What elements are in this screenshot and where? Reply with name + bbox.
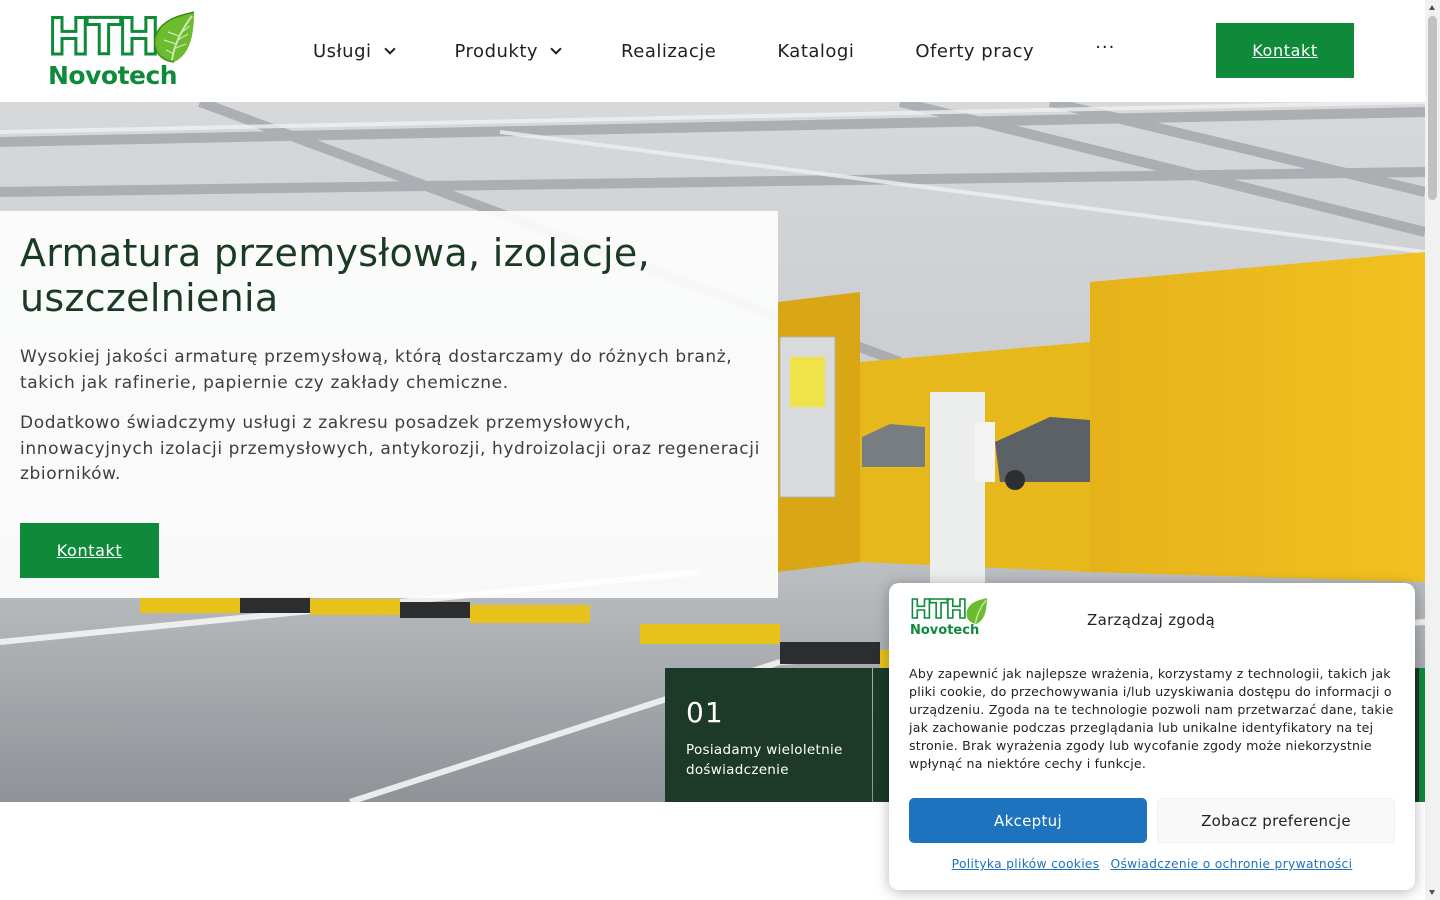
scroll-down-icon[interactable] (1429, 890, 1435, 895)
logo-letters: HTH (909, 595, 968, 625)
stat-label: Posiadamy wieloletnie doświadczenie (686, 742, 843, 778)
stat-card: 01 Posiadamy wieloletnie doświadczenie (665, 668, 872, 802)
nav-item-label: Produkty (454, 40, 539, 62)
nav-item-katalogi[interactable]: Katalogi (777, 41, 854, 62)
nav-item-label: Usługi (313, 40, 372, 62)
header-contact-button[interactable]: Kontakt (1216, 23, 1354, 78)
hero-paragraph-secondary: Dodatkowo świadczymy usługi z zakresu po… (20, 413, 760, 484)
chevron-down-icon (383, 42, 396, 55)
cookie-dialog-title: Zarządzaj zgodą (1087, 611, 1216, 629)
leaf-icon (154, 11, 195, 63)
hero-text-panel: Armatura przemysłowa, izolacje, uszczeln… (0, 211, 778, 598)
leaf-icon (966, 598, 987, 624)
stat-number: 01 (686, 696, 724, 729)
scroll-up-icon[interactable] (1429, 5, 1435, 10)
scrollbar-thumb[interactable] (1428, 16, 1437, 200)
cookie-consent-dialog: HTH Novotech Zarządzaj zgodą Aby zapewni… (889, 583, 1415, 890)
privacy-statement-link[interactable]: Oświadczenie o ochronie prywatności (1110, 857, 1352, 871)
nav-item-label: Katalogi (777, 40, 855, 62)
accept-cookies-button[interactable]: Akceptuj (909, 798, 1147, 843)
logo-letters: HTH (47, 8, 162, 66)
nav-item-oferty-pracy[interactable]: Oferty pracy (915, 41, 1034, 62)
site-header: HTH Novotech Usługi Produkty Realizacje … (0, 0, 1425, 102)
hero-title: Armatura przemysłowa, izolacje, uszczeln… (20, 231, 650, 320)
nav-more-button[interactable]: ··· (1095, 37, 1115, 58)
nav-item-label: Oferty pracy (915, 40, 1035, 62)
cookie-dialog-links: Polityka plików cookies Oświadczenie o o… (889, 857, 1415, 871)
nav-item-realizacje[interactable]: Realizacje (621, 41, 716, 62)
chevron-down-icon (550, 42, 562, 55)
view-preferences-button[interactable]: Zobacz preferencje (1157, 798, 1395, 843)
cookie-policy-link[interactable]: Polityka plików cookies (952, 857, 1100, 871)
site-logo[interactable]: HTH Novotech (47, 8, 196, 92)
hero-contact-button[interactable]: Kontakt (20, 523, 159, 578)
nav-item-produkty[interactable]: Produkty (454, 40, 562, 62)
main-nav: Usługi Produkty Realizacje Katalogi Ofer… (313, 36, 1115, 66)
hero-paragraph: Wysokiej jakości armaturę przemysłową, k… (20, 347, 733, 393)
nav-item-label: Realizacje (621, 40, 717, 62)
nav-item-uslugi[interactable]: Usługi (313, 40, 396, 62)
logo-name: Novotech (910, 623, 980, 638)
page-scrollbar[interactable] (1425, 0, 1440, 900)
cookie-dialog-text: Aby zapewnić jak najlepsze wrażenia, kor… (909, 666, 1394, 771)
logo-name: Novotech (48, 61, 178, 90)
cookie-dialog-logo: HTH Novotech (909, 595, 990, 639)
